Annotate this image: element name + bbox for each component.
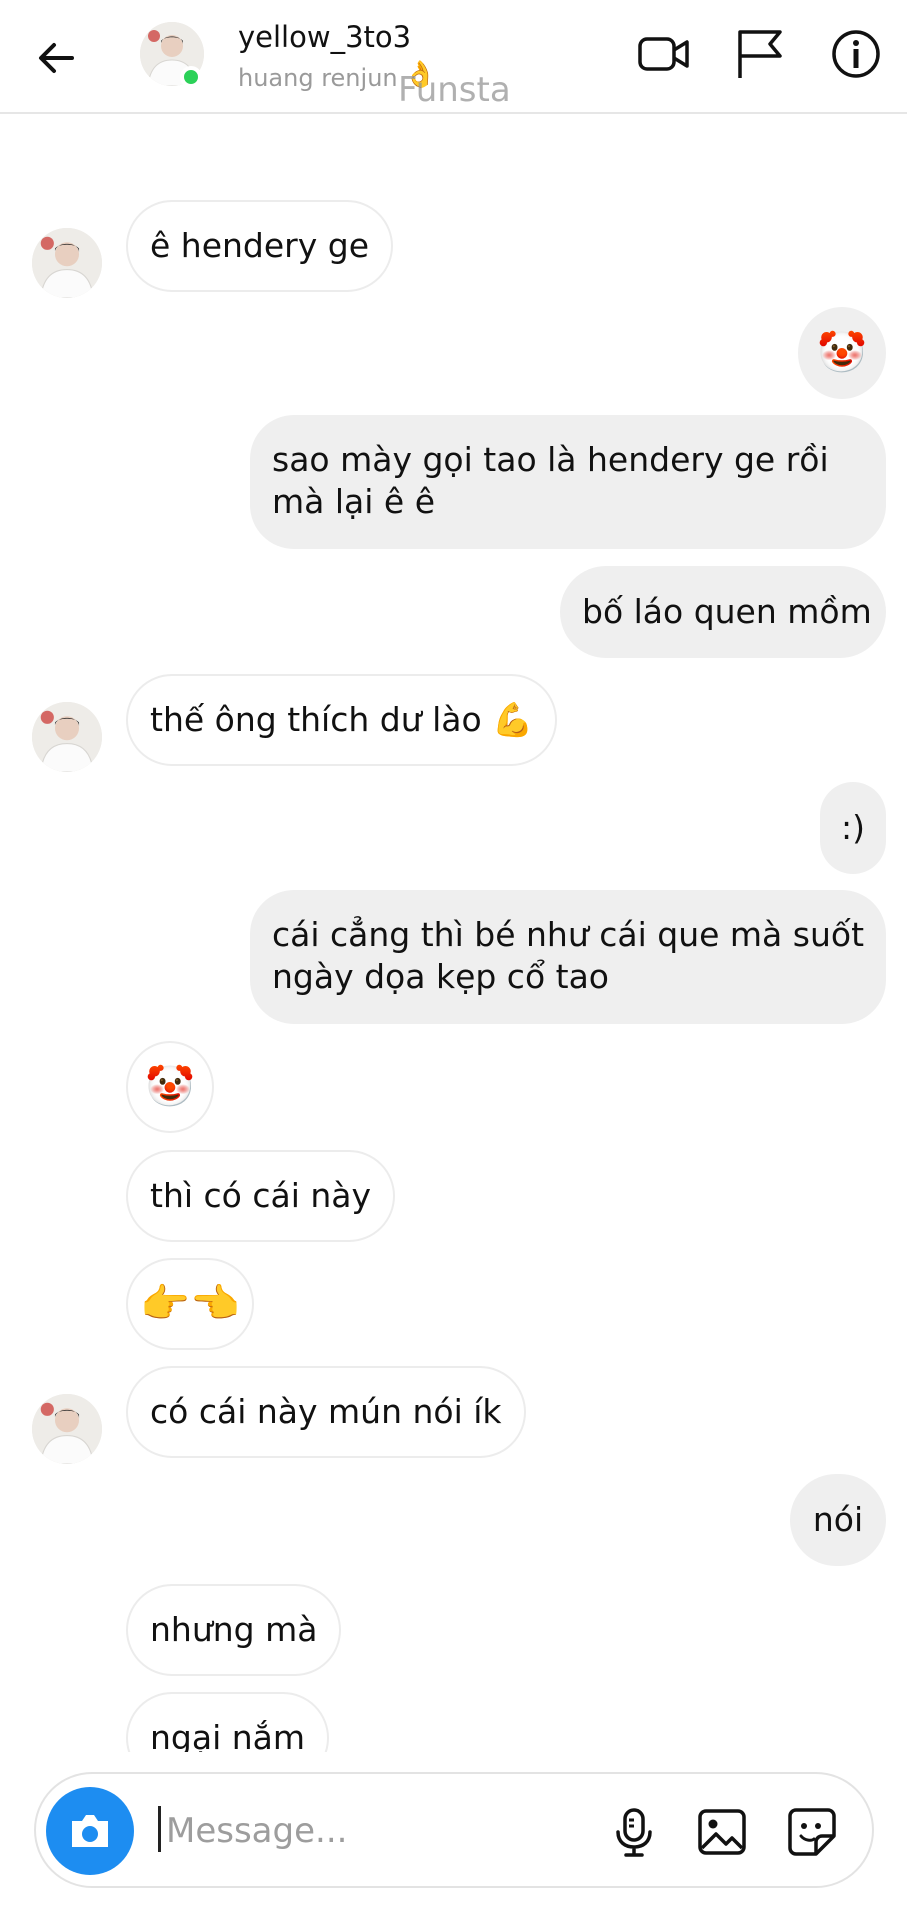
chat-header: yellow_3to3 huang renjun 👌 Funsta xyxy=(0,0,907,114)
online-status-dot xyxy=(180,66,202,88)
message-bubble-outgoing[interactable]: cái cẳng thì bé như cái que mà suốt ngày… xyxy=(250,890,886,1024)
message-input[interactable] xyxy=(164,1806,588,1856)
watermark-text: Funsta xyxy=(398,70,511,110)
sticker-icon[interactable] xyxy=(786,1806,838,1858)
back-arrow-icon[interactable] xyxy=(32,34,80,82)
avatar[interactable] xyxy=(32,702,102,772)
info-icon[interactable] xyxy=(828,26,884,82)
microphone-icon[interactable] xyxy=(608,1806,660,1858)
camera-icon xyxy=(72,1815,108,1847)
message-bubble-incoming[interactable]: ngại nắm xyxy=(126,1692,330,1752)
message-thread[interactable]: ê hendery ge 🤡 sao mày gọi tao là hender… xyxy=(0,112,907,1752)
flag-icon[interactable] xyxy=(732,26,788,82)
message-bubble-incoming[interactable]: thế ông thích dư lào 💪 xyxy=(126,674,558,766)
text-caret xyxy=(158,1806,161,1852)
chat-subtitle: huang renjun xyxy=(238,64,398,92)
avatar[interactable] xyxy=(32,1394,102,1464)
camera-button[interactable] xyxy=(46,1787,134,1875)
message-bubble-incoming[interactable]: 👉👈 xyxy=(126,1258,254,1350)
message-bubble-incoming[interactable]: nhưng mà xyxy=(126,1584,342,1676)
avatar[interactable] xyxy=(32,228,102,298)
message-bubble-outgoing[interactable]: 🤡 xyxy=(798,307,886,399)
message-bubble-incoming[interactable]: ê hendery ge xyxy=(126,200,394,292)
gallery-icon[interactable] xyxy=(696,1806,748,1858)
message-bubble-incoming[interactable]: có cái này mún nói ík xyxy=(126,1366,526,1458)
message-bubble-incoming[interactable]: thì có cái này xyxy=(126,1150,396,1242)
message-bubble-outgoing[interactable]: bố láo quen mồm xyxy=(560,566,886,658)
message-bubble-outgoing[interactable]: :) xyxy=(820,782,886,874)
message-bubble-outgoing[interactable]: sao mày gọi tao là hendery ge rồi mà lại… xyxy=(250,415,886,549)
chat-username[interactable]: yellow_3to3 xyxy=(238,20,411,54)
message-bubble-outgoing[interactable]: nói xyxy=(790,1474,886,1566)
video-call-icon[interactable] xyxy=(636,26,692,82)
message-bubble-incoming[interactable]: 🤡 xyxy=(126,1041,214,1133)
